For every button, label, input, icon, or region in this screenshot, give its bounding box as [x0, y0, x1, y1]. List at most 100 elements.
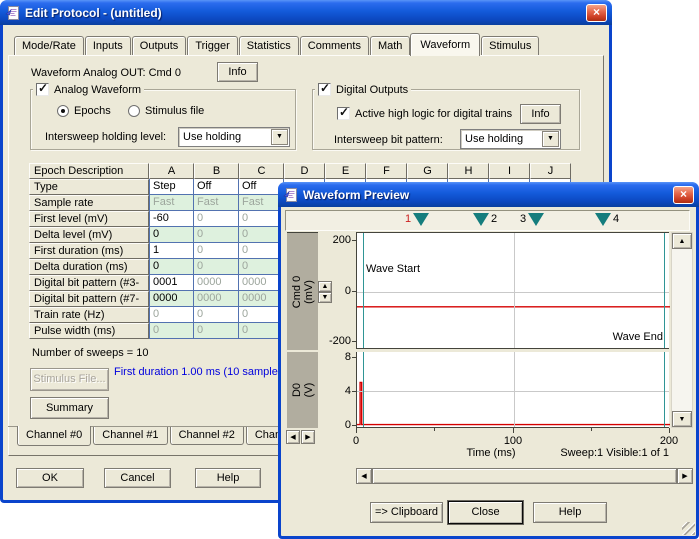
ok-button[interactable]: OK	[16, 468, 84, 488]
epoch-cell-a-digital-bit-pattern-7-4[interactable]: 0000	[149, 291, 194, 307]
time-cursor[interactable]	[363, 233, 365, 348]
column-header-a: A	[149, 163, 194, 179]
plot-vertical-scrollbar[interactable]: ▲ ▼	[671, 232, 693, 428]
row-label-pulse-width-ms: Pulse width (ms)	[29, 323, 149, 339]
epoch-cell-b-train-rate-hz[interactable]: 0	[194, 307, 239, 323]
stimulus-file-button[interactable]: Stimulus File...	[30, 368, 109, 391]
epoch-cell-a-train-rate-hz[interactable]: 0	[149, 307, 194, 323]
edit-protocol-titlebar[interactable]: Edit Protocol - (untitled) ×	[0, 0, 612, 25]
epoch-cell-b-first-level-mv[interactable]: 0	[194, 211, 239, 227]
tab-statistics[interactable]: Statistics	[238, 36, 299, 56]
channel-tab-channel-2[interactable]: Channel #2	[169, 427, 244, 445]
tab-outputs[interactable]: Outputs	[131, 36, 187, 56]
epoch-cell-a-digital-bit-pattern-3-0[interactable]: 0001	[149, 275, 194, 291]
epoch-cell-b-delta-level-mv[interactable]: 0	[194, 227, 239, 243]
tab-trigger[interactable]: Trigger	[187, 36, 238, 56]
epoch-cell-b-sample-rate[interactable]: Fast	[194, 195, 239, 211]
bit-pattern-combobox[interactable]: Use holding ▼	[460, 129, 561, 149]
holding-level-combobox[interactable]: Use holding ▼	[178, 127, 290, 147]
tab-mode-rate[interactable]: Mode/Rate	[14, 36, 84, 56]
column-header-e: E	[325, 163, 366, 179]
next-sweep-icon[interactable]: ▶	[301, 430, 315, 444]
chevron-down-icon[interactable]: ▼	[542, 131, 559, 147]
x-tick-mark	[513, 428, 514, 433]
scroll-up-icon[interactable]: ▲	[672, 233, 692, 249]
help-button[interactable]: Help	[195, 468, 261, 488]
epoch-table-header: Epoch Description A B C D E F G H I J	[29, 163, 571, 179]
epoch-cell-a-type[interactable]: Step	[149, 179, 194, 195]
check-icon: ✓	[320, 81, 331, 95]
x-minor-tick-mark	[434, 428, 435, 431]
epoch-cell-a-sample-rate[interactable]: Fast	[149, 195, 194, 211]
time-cursor[interactable]	[663, 352, 665, 427]
digital-info-button[interactable]: Info	[520, 104, 561, 124]
active-high-label: Active high logic for digital trains	[355, 107, 513, 120]
epoch-cell-a-pulse-width-ms[interactable]: 0	[149, 323, 194, 339]
analog-out-info-button[interactable]: Info	[217, 62, 258, 82]
chevron-down-icon[interactable]: ▼	[271, 129, 288, 145]
epoch-cell-b-type[interactable]: Off	[194, 179, 239, 195]
close-icon[interactable]: ×	[586, 3, 607, 22]
y-tick-label: 4	[344, 385, 351, 397]
sweep-marker-1[interactable]	[413, 213, 429, 226]
channel-tab-channel-0[interactable]: Channel #0	[17, 426, 92, 446]
epoch-cell-b-pulse-width-ms[interactable]: 0	[194, 323, 239, 339]
window-title: Edit Protocol - (untitled)	[25, 5, 162, 20]
cmd0-plot[interactable]: Wave Start Wave End	[356, 232, 670, 349]
active-high-checkbox[interactable]: ✓	[337, 105, 350, 120]
preview-help-button[interactable]: Help	[533, 502, 607, 523]
tab-comments[interactable]: Comments	[299, 36, 369, 56]
close-button[interactable]: Close	[448, 501, 523, 524]
y-tick-mark	[352, 341, 356, 342]
epochs-radio-label: Epochs	[74, 105, 111, 117]
tab-waveform[interactable]: Waveform	[410, 33, 481, 56]
sweep-marker-number: 3	[520, 213, 527, 225]
column-header-h: H	[448, 163, 489, 179]
epoch-cell-a-delta-level-mv[interactable]: 0	[149, 227, 194, 243]
resize-grip[interactable]	[682, 522, 695, 535]
scroll-right-icon[interactable]: ▶	[677, 468, 693, 484]
tab-math[interactable]: Math	[369, 36, 411, 56]
sweep-marker-4[interactable]	[595, 213, 611, 226]
epoch-cell-a-delta-duration-ms[interactable]: 0	[149, 259, 194, 275]
epoch-cell-b-first-duration-ms[interactable]: 0	[194, 243, 239, 259]
d0-plot[interactable]	[356, 352, 670, 428]
epoch-cell-b-digital-bit-pattern-3-0[interactable]: 0000	[194, 275, 239, 291]
summary-button[interactable]: Summary	[30, 397, 109, 419]
scroll-down-icon[interactable]: ▼	[672, 411, 692, 427]
time-cursor[interactable]	[663, 233, 665, 348]
channel-tab-channel-1[interactable]: Channel #1	[93, 427, 168, 445]
epoch-description-header: Epoch Description	[29, 163, 149, 179]
sweep-marker-2[interactable]	[473, 213, 489, 226]
column-header-f: F	[366, 163, 407, 179]
analog-waveform-checkbox[interactable]: ✓	[36, 81, 49, 96]
y-tick-label: 200	[332, 234, 351, 246]
scrollbar-thumb[interactable]	[372, 468, 677, 484]
y-tick-mark	[352, 291, 356, 292]
tab-stimulus[interactable]: Stimulus	[481, 36, 540, 56]
column-header-c: C	[239, 163, 284, 179]
scroll-left-icon[interactable]: ◀	[356, 468, 372, 484]
epoch-cell-a-first-duration-ms[interactable]: 1	[149, 243, 194, 259]
close-icon[interactable]: ×	[673, 185, 694, 204]
tab-inputs[interactable]: Inputs	[84, 36, 131, 56]
epoch-cell-a-first-level-mv[interactable]: -60	[149, 211, 194, 227]
stimulus-file-radio[interactable]	[128, 105, 140, 117]
row-label-digital-bit-pattern-3-0: Digital bit pattern (#3-0)	[29, 275, 149, 304]
sweep-marker-3[interactable]	[528, 213, 544, 226]
digital-outputs-checkbox[interactable]: ✓	[318, 81, 331, 96]
prev-sweep-icon[interactable]: ◀	[286, 430, 300, 444]
gridline-vertical	[513, 352, 515, 427]
duration-note: First duration 1.00 ms (10 samples)	[114, 366, 288, 378]
epochs-radio[interactable]	[57, 105, 69, 117]
epoch-cell-b-digital-bit-pattern-7-4[interactable]: 0000	[194, 291, 239, 307]
time-cursor[interactable]	[363, 352, 365, 427]
y-tick-mark	[352, 240, 356, 241]
clipboard-button[interactable]: => Clipboard	[370, 502, 443, 523]
plot-horizontal-scrollbar[interactable]: ◀ ▶	[356, 468, 693, 484]
cancel-button[interactable]: Cancel	[104, 468, 171, 488]
epoch-cell-b-delta-duration-ms[interactable]: 0	[194, 259, 239, 275]
bit-pattern-value: Use holding	[465, 133, 524, 145]
preview-titlebar[interactable]: Waveform Preview ×	[278, 182, 699, 207]
d0-axis-panel: D0 (V)	[287, 352, 318, 428]
